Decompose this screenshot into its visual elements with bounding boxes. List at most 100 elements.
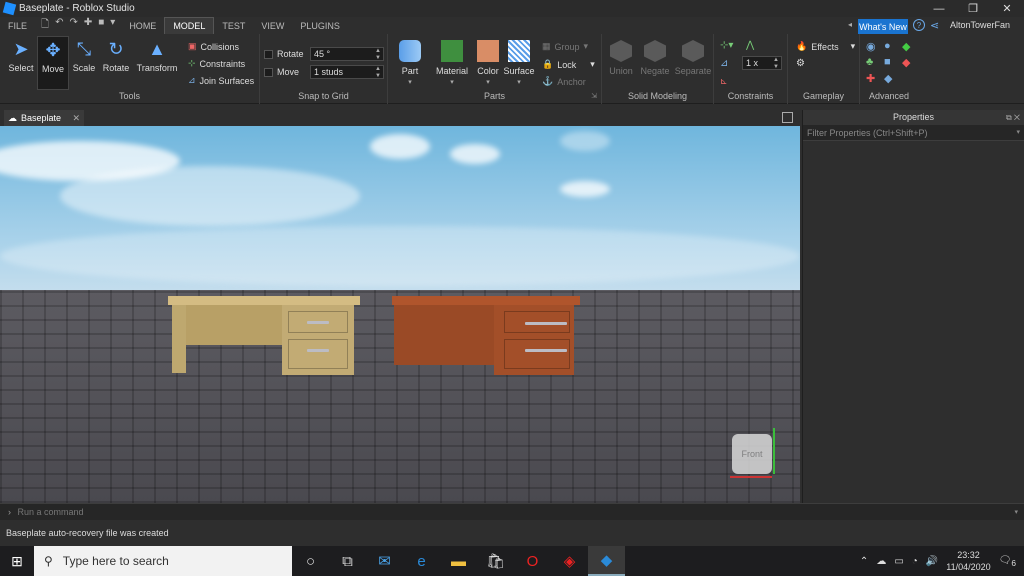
- advanced-tool-5-icon[interactable]: ■: [884, 56, 891, 68]
- restore-icon[interactable]: ❐: [956, 0, 990, 17]
- union-button[interactable]: Union: [604, 40, 638, 76]
- constraint-details-icon[interactable]: ⊾: [720, 76, 728, 87]
- share-icon[interactable]: ⋖: [930, 19, 939, 32]
- advanced-tool-6-icon[interactable]: ◆: [902, 56, 910, 69]
- desk-top: [392, 296, 580, 305]
- plugin-icon[interactable]: ✚: [84, 17, 92, 34]
- store-icon[interactable]: 🛍: [477, 546, 514, 576]
- task-view-icon[interactable]: ⧉: [329, 546, 366, 576]
- opera-icon[interactable]: O: [514, 546, 551, 576]
- undo-icon[interactable]: ↶: [55, 17, 63, 34]
- move-snap-input[interactable]: 1 studs ▲ ▼: [310, 65, 384, 79]
- advanced-tool-7-icon[interactable]: ✚: [866, 72, 875, 85]
- minimize-icon[interactable]: —: [922, 0, 956, 17]
- rotate-snap-input[interactable]: 45 ° ▲ ▼: [310, 47, 384, 61]
- rotate-spinner-icon[interactable]: ▲ ▼: [375, 48, 381, 62]
- desk-brown[interactable]: [392, 296, 580, 376]
- 3d-viewport[interactable]: [0, 126, 800, 503]
- roblox-player-icon[interactable]: ◈: [551, 546, 588, 576]
- command-dropdown-icon[interactable]: ▾: [1014, 504, 1018, 521]
- advanced-tool-3-icon[interactable]: ◆: [902, 40, 910, 53]
- constraint-weld-icon[interactable]: ⊹▾: [720, 40, 733, 51]
- group-button[interactable]: ▦ Group ▾: [542, 41, 588, 52]
- whats-new-button[interactable]: What's New: [858, 19, 908, 34]
- tab-plugins[interactable]: PLUGINS: [292, 17, 348, 34]
- windows-start-icon[interactable]: ⊞: [0, 546, 34, 576]
- tab-model[interactable]: MODEL: [164, 17, 215, 34]
- negate-button[interactable]: Negate: [638, 40, 672, 76]
- tools-group: ➤ Select ✥ Move ⤡ Scale ↻ Rotate ▲ Trans…: [0, 34, 260, 104]
- effects-button[interactable]: 🔥 Effects ▾: [796, 41, 855, 52]
- separate-button[interactable]: Separate: [673, 40, 713, 76]
- command-prompt-icon: ›: [8, 507, 11, 517]
- select-button[interactable]: ➤ Select: [5, 38, 37, 74]
- help-icon[interactable]: ?: [913, 19, 925, 31]
- search-placeholder: Type here to search: [62, 554, 169, 568]
- volume-icon[interactable]: 🔊: [926, 556, 938, 567]
- constraint-scale-input[interactable]: 1 x ▲ ▼: [742, 56, 782, 70]
- constraint-align-icon[interactable]: ⊿: [720, 58, 728, 69]
- battery-icon[interactable]: ▭: [894, 556, 903, 567]
- mail-icon[interactable]: ✉: [366, 546, 403, 576]
- move-snap-checkbox[interactable]: Move: [264, 67, 299, 77]
- desk-beige[interactable]: [168, 296, 360, 376]
- surface-button[interactable]: Surface ▾: [502, 40, 536, 86]
- network-icon[interactable]: ◔: [912, 556, 918, 567]
- rotate-snap-check[interactable]: [264, 49, 273, 59]
- cortana-icon[interactable]: ○: [292, 546, 329, 576]
- tab-view[interactable]: VIEW: [253, 17, 292, 34]
- chevron-up-icon[interactable]: ⌃: [860, 556, 868, 567]
- tab-baseplate[interactable]: ☁ Baseplate ✕: [4, 110, 84, 126]
- clock[interactable]: 23:32 11/04/2020: [946, 549, 990, 573]
- username-label[interactable]: AltonTowerFan: [950, 20, 1010, 30]
- view-selector-cube[interactable]: Front: [732, 434, 772, 474]
- close-icon[interactable]: ✕: [990, 0, 1024, 17]
- notifications-icon[interactable]: 🗨6: [999, 555, 1016, 568]
- gear-icon[interactable]: ⚙: [796, 58, 805, 69]
- move-snap-check[interactable]: [264, 67, 273, 77]
- filter-dropdown-icon[interactable]: ▾: [1016, 125, 1020, 141]
- anchor-button[interactable]: ⚓ Anchor: [542, 76, 586, 87]
- rotate-snap-checkbox[interactable]: Rotate: [264, 49, 304, 59]
- advanced-tool-4-icon[interactable]: ♣: [866, 56, 873, 68]
- cloud: [560, 181, 610, 197]
- redo-icon[interactable]: ↷: [69, 17, 77, 34]
- ribbon-collapse-icon[interactable]: ◂: [848, 20, 852, 29]
- cloud-sync-icon[interactable]: ☁: [876, 556, 886, 567]
- constraints-toggle[interactable]: ⊹ Constraints: [188, 58, 245, 69]
- constraint-rope-icon[interactable]: ⋀: [746, 40, 754, 51]
- command-input[interactable]: Run a command: [18, 507, 84, 517]
- rotate-button[interactable]: ↻ Rotate: [100, 38, 132, 74]
- part-button[interactable]: Part ▾: [395, 40, 425, 86]
- advanced-tool-8-icon[interactable]: ◆: [884, 72, 892, 85]
- tab-home[interactable]: HOME: [121, 17, 164, 34]
- collisions-toggle[interactable]: ▣ Collisions: [188, 41, 239, 52]
- close-tab-icon[interactable]: ✕: [72, 113, 80, 124]
- scale-button[interactable]: ⤡ Scale: [68, 38, 100, 74]
- restore-view-icon[interactable]: [782, 112, 793, 123]
- material-button[interactable]: Material ▾: [434, 40, 470, 86]
- roblox-studio-taskbar-icon[interactable]: ◆: [588, 546, 625, 576]
- transform-button[interactable]: ▲ Transform: [135, 38, 179, 74]
- lock-button[interactable]: 🔒 Lock ▾: [542, 59, 595, 70]
- advanced-tool-2-icon[interactable]: ●: [884, 40, 891, 52]
- taskbar-search-box[interactable]: ⚲ Type here to search: [34, 546, 292, 576]
- edge-icon[interactable]: e: [403, 546, 440, 576]
- new-file-icon[interactable]: 🗋: [41, 17, 49, 34]
- filter-properties-input[interactable]: Filter Properties (Ctrl+Shift+P) ▾: [803, 125, 1024, 141]
- command-bar[interactable]: › Run a command ▾: [0, 503, 1024, 520]
- customize-chevron-icon[interactable]: ▾: [110, 17, 115, 34]
- move-spinner-icon[interactable]: ▲ ▼: [375, 66, 381, 80]
- cloud-icon: ☁: [8, 112, 17, 123]
- tab-test[interactable]: TEST: [214, 17, 253, 34]
- constraint-scale-spinner-icon[interactable]: ▲ ▼: [773, 57, 779, 71]
- stop-icon[interactable]: ■: [98, 17, 104, 34]
- group-icon: ▦: [542, 41, 551, 51]
- color-button[interactable]: Color ▾: [473, 40, 503, 86]
- file-explorer-icon[interactable]: ▬: [440, 546, 477, 576]
- join-surfaces-toggle[interactable]: ⊿ Join Surfaces: [188, 75, 254, 86]
- properties-panel-buttons-icon[interactable]: ⧉ ✕: [1006, 110, 1020, 125]
- move-button[interactable]: ✥ Move: [37, 36, 69, 90]
- menu-file[interactable]: FILE: [0, 17, 35, 34]
- advanced-tool-1-icon[interactable]: ◉: [866, 40, 876, 53]
